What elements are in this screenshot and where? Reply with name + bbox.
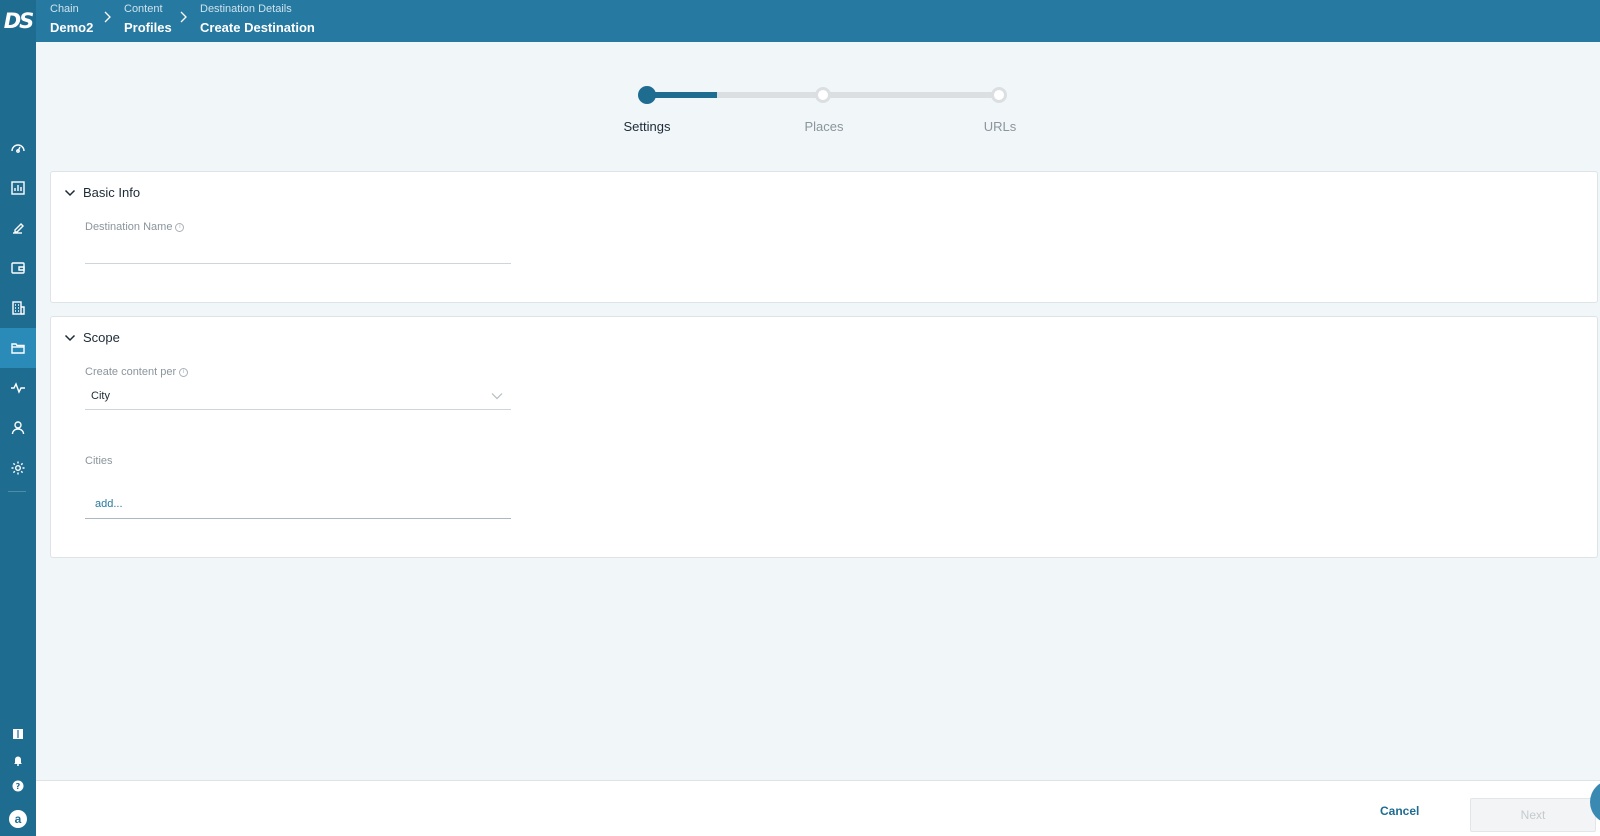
chevron-down-icon <box>64 189 76 196</box>
activity-icon <box>11 382 25 394</box>
sidebar-item-dashboard[interactable] <box>0 128 36 168</box>
sidebar-item-locations[interactable] <box>0 288 36 328</box>
step-label-settings[interactable]: Settings <box>597 119 697 134</box>
content-per-label: Create content per i <box>85 366 189 378</box>
top-header: Chain Demo2 Content Profiles Destination… <box>36 0 1600 42</box>
sidebar-item-help[interactable]: ? <box>0 775 36 797</box>
chevron-right-icon <box>104 11 111 23</box>
chevron-down-icon <box>64 334 76 341</box>
scope-card: Scope Create content per i City Cities a… <box>50 316 1598 558</box>
sidebar-divider <box>8 491 26 492</box>
sidebar-item-wallet[interactable] <box>0 248 36 288</box>
cities-input[interactable] <box>85 479 511 519</box>
cities-label: Cities <box>85 455 113 467</box>
step-dot-urls[interactable] <box>991 87 1007 103</box>
info-icon[interactable]: i <box>179 367 189 377</box>
breadcrumb-value: Profiles <box>124 20 172 35</box>
sidebar-item-activity[interactable] <box>0 368 36 408</box>
sidebar-item-reports[interactable] <box>0 168 36 208</box>
content-per-select[interactable] <box>85 379 511 410</box>
breadcrumb-label: Content <box>124 3 163 15</box>
step-dot-settings[interactable] <box>638 86 656 104</box>
destination-name-label: Destination Name i <box>85 221 185 233</box>
user-icon <box>11 421 25 435</box>
chevron-down-icon <box>491 393 503 400</box>
step-dot-places[interactable] <box>815 87 831 103</box>
breadcrumb-label: Chain <box>50 3 79 15</box>
reports-icon <box>11 181 25 195</box>
section-title: Scope <box>83 330 120 345</box>
book-icon <box>13 729 23 739</box>
page-title: Create Destination <box>200 20 315 35</box>
chevron-right-icon <box>180 11 187 23</box>
sidebar-item-user[interactable] <box>0 408 36 448</box>
settings-icon <box>11 461 25 475</box>
field-label-text: Create content per <box>85 366 177 378</box>
sidebar-item-notifications[interactable] <box>0 749 36 771</box>
basic-info-card: Basic Info Destination Name i <box>50 171 1598 303</box>
wallet-icon <box>11 262 25 274</box>
svg-text:?: ? <box>16 782 21 791</box>
basic-info-toggle[interactable]: Basic Info <box>64 185 140 200</box>
sidebar: DS ? a <box>0 0 36 836</box>
destination-name-input[interactable] <box>85 242 511 264</box>
breadcrumb-value: Demo2 <box>50 20 94 35</box>
breadcrumb-chain[interactable]: Chain Demo2 <box>50 2 93 37</box>
breadcrumb-label: Destination Details <box>200 3 292 15</box>
dashboard-icon <box>11 144 25 153</box>
sidebar-item-reviews[interactable] <box>0 208 36 248</box>
cancel-button[interactable]: Cancel <box>1380 804 1419 818</box>
breadcrumb-content[interactable]: Content Profiles <box>124 2 172 37</box>
next-button[interactable]: Next <box>1470 798 1596 832</box>
folder-icon <box>11 343 25 354</box>
sidebar-item-folder[interactable] <box>0 328 36 368</box>
cities-add-placeholder[interactable]: add... <box>95 498 123 510</box>
sidebar-item-settings[interactable] <box>0 448 36 488</box>
user-avatar-button[interactable]: a <box>0 808 36 830</box>
field-label-text: Destination Name <box>85 221 173 233</box>
help-icon: ? <box>12 780 24 792</box>
locations-icon <box>12 301 25 315</box>
reviews-icon <box>13 223 24 234</box>
avatar: a <box>9 810 27 828</box>
breadcrumb-destination: Destination Details Create Destination <box>200 2 315 37</box>
content-per-value: City <box>91 390 110 402</box>
sidebar-item-book[interactable] <box>0 723 36 745</box>
step-label-urls[interactable]: URLs <box>950 119 1050 134</box>
app-logo[interactable]: DS <box>0 0 36 42</box>
section-title: Basic Info <box>83 185 141 200</box>
info-icon[interactable]: i <box>175 222 185 232</box>
stepper-progress <box>646 92 717 98</box>
bell-icon <box>14 756 22 766</box>
step-label-places[interactable]: Places <box>774 119 874 134</box>
footer-bar <box>36 780 1600 836</box>
scope-toggle[interactable]: Scope <box>64 330 120 345</box>
